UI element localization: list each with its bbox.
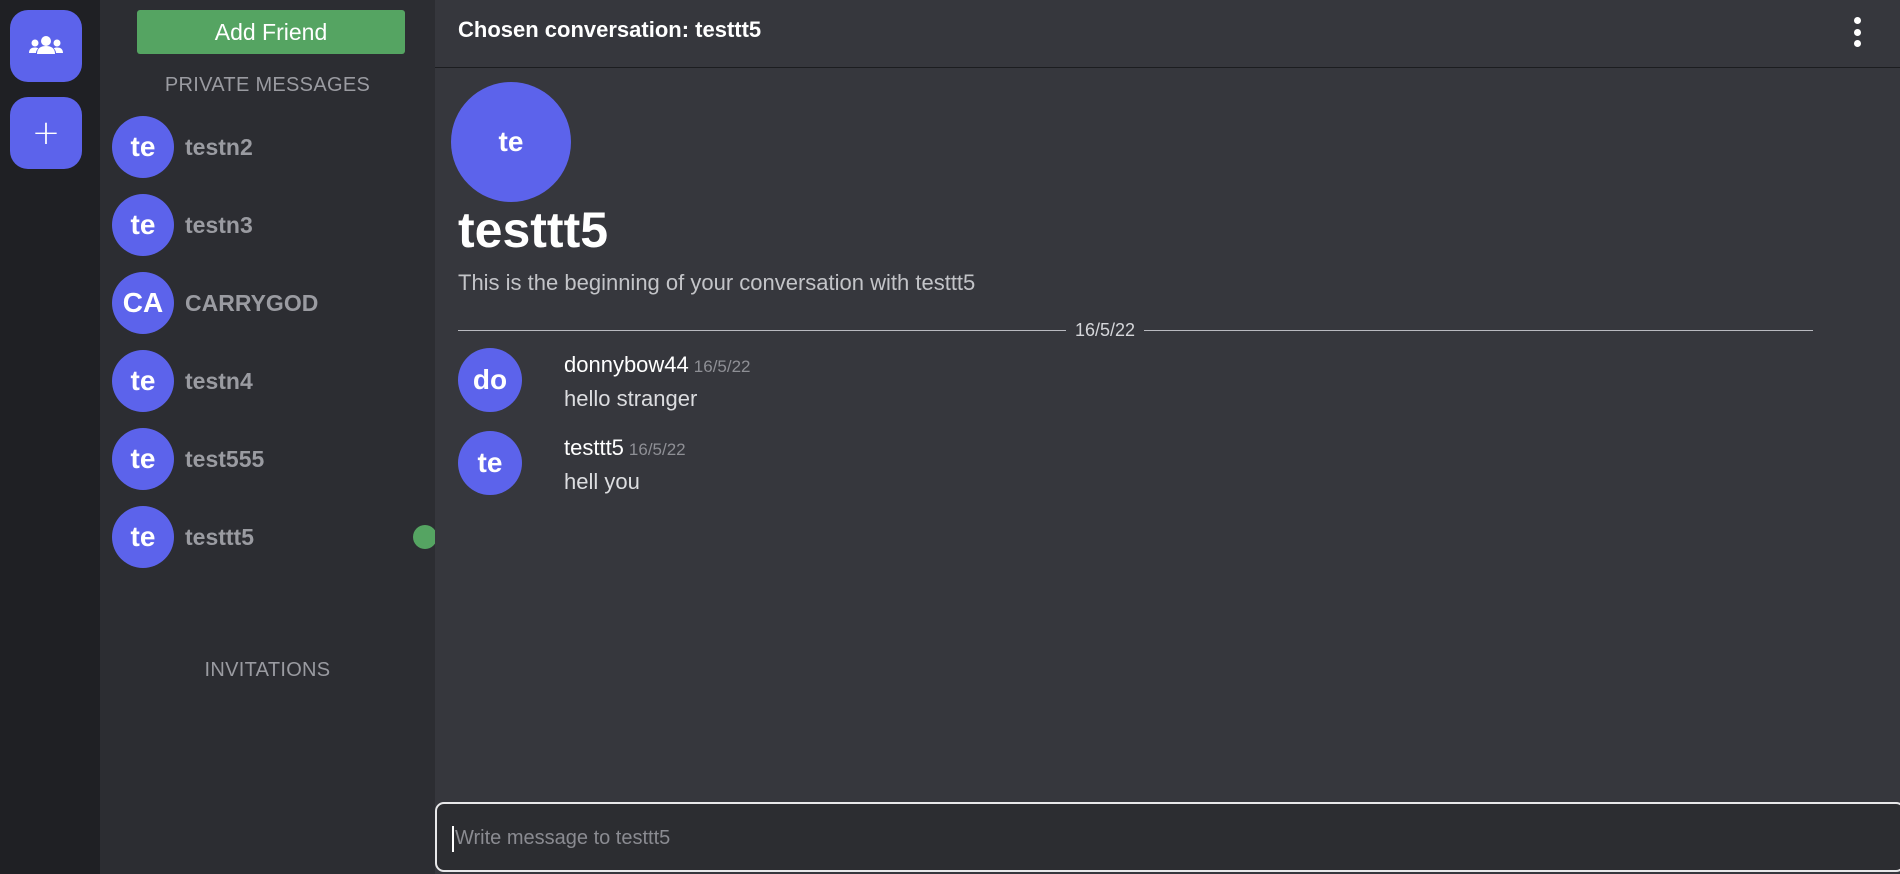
message-text: hello stranger	[564, 386, 698, 411]
dm-name: testn3	[185, 211, 253, 238]
avatar: te	[112, 194, 174, 256]
private-messages-heading: PRIVATE MESSAGES	[164, 74, 371, 96]
people-group-icon	[29, 36, 63, 54]
avatar: te	[112, 116, 174, 178]
message-timestamp: 16/5/22	[693, 357, 751, 376]
friends-button[interactable]	[10, 10, 82, 82]
dm-name: testn4	[185, 367, 253, 394]
add-friend-button[interactable]: Add Friend	[137, 10, 405, 54]
avatar: te	[112, 506, 174, 568]
online-status-dot	[413, 525, 437, 549]
dm-name: test555	[185, 445, 265, 472]
conversation-avatar: te	[451, 82, 571, 202]
message-text: hell you	[564, 469, 640, 494]
dm-item-testtt5[interactable]: te testtt5	[112, 506, 437, 568]
conversation-name: testtt5	[458, 202, 609, 258]
conversation-header: Chosen conversation: testtt5	[435, 0, 1900, 68]
dm-name: testtt5	[185, 523, 255, 550]
message-composer	[435, 802, 1900, 872]
date-divider-label: 16/5/22	[1066, 320, 1145, 341]
avatar: CA	[112, 272, 174, 334]
dm-name: CARRYGOD	[185, 289, 319, 316]
dm-sidebar: Add Friend PRIVATE MESSAGES te testn2 te…	[100, 0, 437, 874]
page-title: Chosen conversation: testtt5	[458, 17, 762, 42]
plus-icon: +	[31, 113, 61, 153]
server-rail: +	[0, 0, 100, 874]
avatar: te	[112, 350, 174, 412]
dm-item-testn3[interactable]: te testn3	[112, 194, 427, 256]
message-author: testtt5	[564, 435, 624, 460]
dm-list: te testn2 te testn3 CA CARRYGOD te testn…	[112, 116, 437, 584]
avatar: te	[112, 428, 174, 490]
message: te testtt5 16/5/22 hell you	[458, 431, 1758, 495]
message: do donnybow44 16/5/22 hello stranger	[458, 348, 1758, 412]
message-timestamp: 16/5/22	[628, 440, 686, 459]
dm-item-testn4[interactable]: te testn4	[112, 350, 427, 412]
conversation-intro: This is the beginning of your conversati…	[458, 270, 976, 295]
dm-item-test555[interactable]: te test555	[112, 428, 427, 490]
message-input[interactable]	[453, 804, 1877, 872]
kebab-menu-icon[interactable]	[1850, 17, 1864, 47]
dm-item-testn2[interactable]: te testn2	[112, 116, 427, 178]
conversation-pane: Chosen conversation: testtt5 te testtt5 …	[435, 0, 1900, 874]
dm-name: testn2	[185, 133, 253, 160]
invitations-heading: INVITATIONS	[204, 659, 331, 681]
avatar: te	[458, 431, 522, 495]
avatar: do	[458, 348, 522, 412]
message-author: donnybow44	[564, 352, 689, 377]
dm-item-carrygod[interactable]: CA CARRYGOD	[112, 272, 427, 334]
add-server-button[interactable]: +	[10, 97, 82, 169]
